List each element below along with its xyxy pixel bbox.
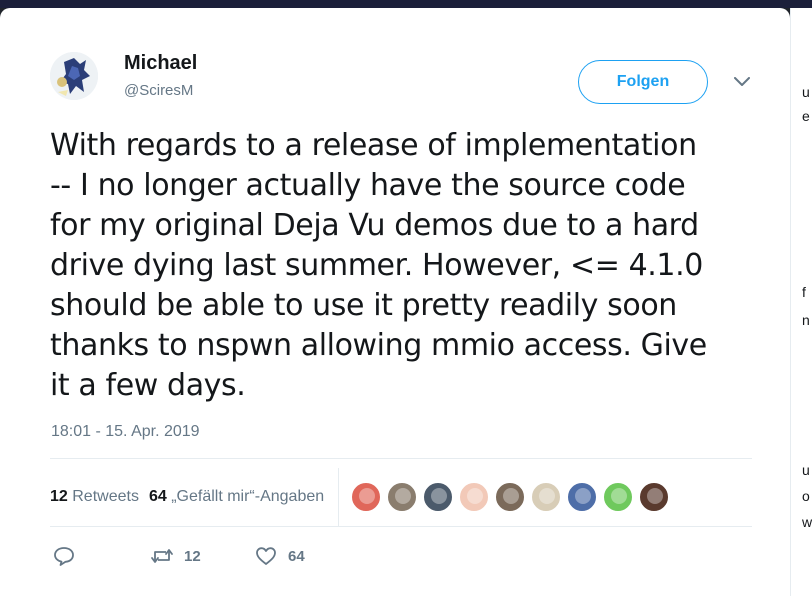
window-top-strip	[0, 0, 812, 8]
reply-button[interactable]	[52, 536, 76, 576]
heart-icon	[256, 547, 276, 565]
liker-avatar[interactable]	[639, 482, 670, 512]
tweet-text-line: -- I no longer actually have the source …	[50, 168, 686, 203]
tweet-timestamp[interactable]: 18:01 - 15. Apr. 2019	[51, 423, 200, 441]
liker-avatar[interactable]	[531, 482, 562, 512]
background-page-edge: u e f n u o w	[790, 8, 812, 596]
divider	[50, 458, 752, 459]
liker-avatars	[351, 482, 675, 512]
tweet-text-line: it a few days.	[50, 368, 246, 403]
likes-count: 64	[148, 488, 167, 505]
avatar-image	[50, 52, 98, 100]
liker-avatar[interactable]	[351, 482, 382, 512]
divider	[50, 526, 752, 527]
retweet-icon	[151, 549, 173, 563]
likes-stat[interactable]: 64 „Gefällt mir“-Angaben	[149, 488, 324, 506]
like-button[interactable]: 64	[254, 536, 305, 576]
follow-button[interactable]: Folgen	[578, 60, 708, 104]
tweet-text: With regards to a release of implementat…	[50, 126, 780, 406]
retweets-label: Retweets	[72, 488, 139, 505]
liker-avatar[interactable]	[459, 482, 490, 512]
likes-label: „Gefällt mir“-Angaben	[171, 488, 325, 505]
liker-avatar[interactable]	[603, 482, 634, 512]
retweet-count: 12	[184, 547, 201, 565]
tweet-stats: 12 Retweets 64 „Gefällt mir“-Angaben	[50, 468, 752, 526]
tweet-text-line: thanks to nspwn allowing mmio access. Gi…	[50, 328, 707, 363]
tweet-card: Michael @SciresM Folgen With regards to …	[0, 8, 790, 596]
like-count: 64	[288, 547, 305, 565]
tweet-text-line: should be able to use it pretty readily …	[50, 288, 677, 323]
retweets-stat[interactable]: 12 Retweets	[50, 488, 139, 506]
liker-avatar[interactable]	[423, 482, 454, 512]
liker-avatar[interactable]	[387, 482, 418, 512]
tweet-text-line: With regards to a release of implementat…	[50, 128, 697, 163]
user-handle[interactable]: @SciresM	[124, 82, 193, 99]
liker-avatar[interactable]	[567, 482, 598, 512]
chevron-down-icon[interactable]	[730, 70, 754, 94]
reply-icon	[54, 547, 74, 566]
stats-divider	[338, 468, 340, 526]
liker-avatar[interactable]	[495, 482, 526, 512]
tweet-text-line: drive dying last summer. However, <= 4.1…	[50, 248, 703, 283]
retweet-button[interactable]: 12	[150, 536, 201, 576]
retweets-count: 12	[50, 488, 68, 505]
tweet-header: Michael @SciresM Folgen	[50, 48, 770, 118]
tweet-text-line: for my original Deja Vu demos due to a h…	[50, 208, 699, 243]
tweet-actions: 12 64	[52, 536, 452, 576]
avatar[interactable]	[50, 52, 98, 100]
display-name[interactable]: Michael	[124, 52, 197, 75]
